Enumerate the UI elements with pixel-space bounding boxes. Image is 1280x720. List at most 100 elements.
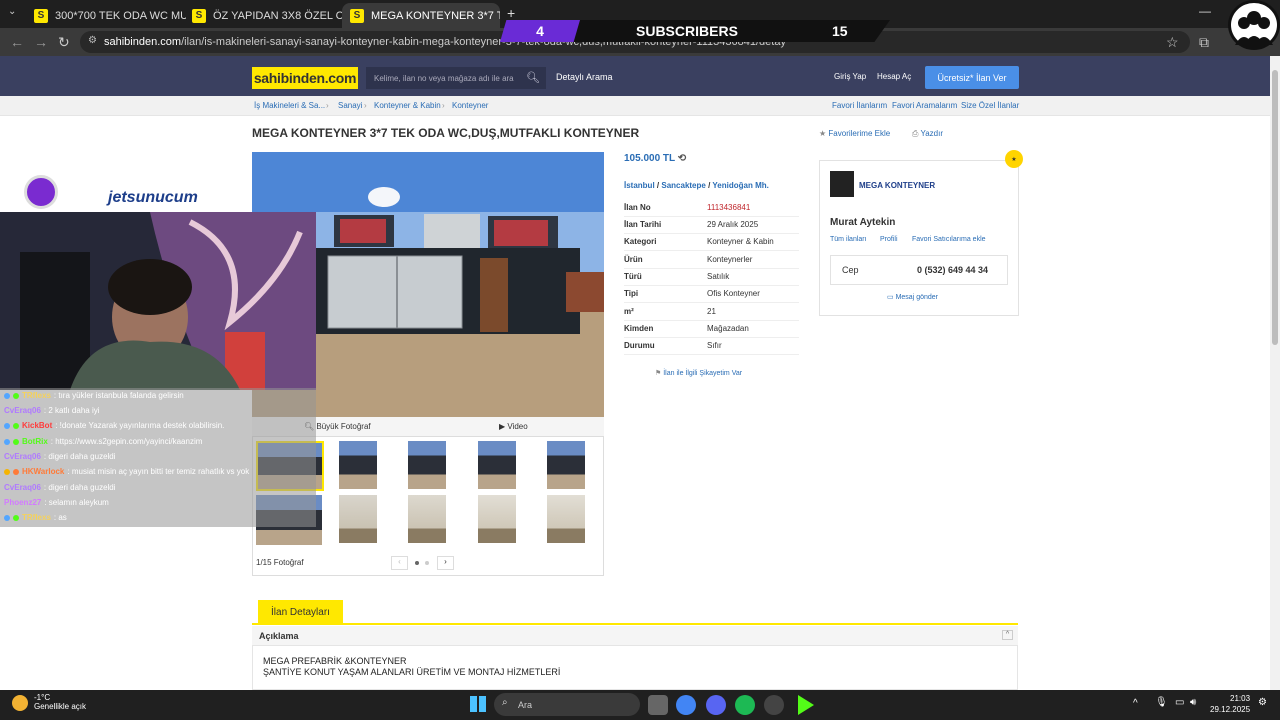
store-name[interactable]: MEGA KONTEYNER	[859, 181, 935, 190]
thumbnail[interactable]	[547, 495, 585, 543]
message-icon: ▭	[887, 294, 894, 301]
thumbnail[interactable]	[408, 441, 446, 489]
browser-tab[interactable]: S ÖZ YAPIDAN 3X8 ÖZEL CAMLI ... ✕	[184, 3, 344, 28]
page-dot[interactable]	[425, 561, 429, 565]
info-key: Türü	[624, 272, 642, 281]
kick-icon[interactable]	[798, 695, 814, 715]
location-city[interactable]: İstanbul	[624, 181, 655, 190]
chat-user: TRflexs	[22, 391, 51, 400]
thumbnail[interactable]	[547, 441, 585, 489]
info-value: Ofis Konteyner	[707, 289, 760, 298]
date: 29.12.2025	[1210, 705, 1251, 714]
thumbnail[interactable]	[339, 441, 377, 489]
thumbnail[interactable]	[339, 495, 377, 543]
send-message-button[interactable]: ▭ Mesaj gönder	[887, 293, 938, 301]
profile-link[interactable]: Profili	[880, 236, 898, 243]
clock[interactable]: 21:03 29.12.2025	[1210, 693, 1250, 715]
price-value: 105.000 TL	[624, 153, 675, 164]
search-icon[interactable]: 🔍︎	[526, 71, 540, 84]
phone-number[interactable]: 0 (532) 649 44 34	[917, 265, 988, 275]
phone-label: Cep	[842, 265, 859, 275]
taskbar-search[interactable]: ⌕ Ara	[494, 693, 640, 716]
next-arrow-icon[interactable]: ›	[437, 556, 454, 570]
obs-icon[interactable]	[764, 695, 784, 715]
forward-icon[interactable]: →	[34, 34, 48, 50]
signup-link[interactable]: Hesap Aç	[877, 72, 911, 81]
bookmark-star-icon[interactable]: ☆	[1166, 34, 1179, 51]
new-tab-button[interactable]: +	[507, 5, 515, 21]
tray-chevron-icon[interactable]: ^	[1133, 698, 1138, 709]
start-icon[interactable]	[470, 696, 486, 712]
special-listings-link[interactable]: Size Özel İlanlar	[961, 101, 1019, 110]
notification-icon[interactable]: ⚙	[1258, 697, 1267, 708]
chat-user: HKWarlock	[22, 467, 65, 476]
task-view-icon[interactable]	[648, 695, 668, 715]
breadcrumb: İş Makineleri & Sa... › Sanayi › Konteyn…	[0, 96, 1270, 116]
network-icon[interactable]: ▭	[1175, 697, 1184, 708]
temperature: -1°C	[34, 693, 51, 702]
breadcrumb-item[interactable]: İş Makineleri & Sa...	[254, 101, 325, 110]
breadcrumb-item[interactable]: Konteyner	[452, 101, 488, 110]
tab-list-icon[interactable]: ⌄	[8, 6, 16, 17]
login-link[interactable]: Giriş Yap	[834, 72, 866, 81]
star-icon: ★	[819, 129, 827, 138]
description-header: Açıklama ^	[252, 626, 1018, 646]
video-button[interactable]: ▶ Video	[499, 422, 528, 431]
thumbnail[interactable]	[478, 441, 516, 489]
search-input[interactable]: Kelime, ilan no veya mağaza adı ile ara …	[366, 67, 546, 89]
favorite-listings-link[interactable]: Favori İlanlarım	[832, 101, 887, 110]
favorite-seller-link[interactable]: Favori Satıcılarıma ekle	[912, 236, 986, 243]
all-listings-link[interactable]: Tüm ilanları	[830, 236, 867, 243]
reload-icon[interactable]: ↻	[58, 34, 70, 51]
back-icon[interactable]: ←	[10, 34, 24, 50]
info-row: Kategori Konteyner & Kabin	[624, 234, 799, 251]
favorite-searches-link[interactable]: Favori Aramalarım	[892, 101, 957, 110]
print-link[interactable]: ⎙ Yazdır	[912, 129, 943, 139]
price-history-icon[interactable]: ⟲	[678, 153, 686, 164]
page-scrollbar[interactable]	[1270, 56, 1280, 690]
page-dot[interactable]	[415, 561, 419, 565]
chat-user: Phoenz27	[4, 498, 42, 507]
scrollbar-thumb[interactable]	[1272, 70, 1278, 345]
thumbnail[interactable]	[408, 495, 446, 543]
breadcrumb-item[interactable]: Sanayi	[338, 101, 362, 110]
minimize-icon[interactable]: —	[1199, 4, 1211, 18]
extensions-icon[interactable]: ⧉	[1199, 34, 1209, 51]
post-ad-button[interactable]: Ücretsiz* İlan Ver	[925, 66, 1019, 89]
location-district[interactable]: Sancaktepe	[661, 181, 705, 190]
breadcrumb-item[interactable]: Konteyner & Kabin	[374, 101, 441, 110]
chat-user: BotRix	[22, 437, 48, 446]
thumbnail[interactable]	[478, 495, 516, 543]
info-row: Durumu Sıfır	[624, 338, 799, 355]
weather-widget[interactable]: -1°C Genellikle açık	[34, 693, 86, 711]
location: İstanbul / Sancaktepe / Yenidoğan Mh.	[624, 181, 769, 190]
printer-icon: ⎙	[912, 129, 919, 138]
info-value: Sıfır	[707, 341, 722, 350]
complaint-link[interactable]: ⚑ İlan ile İlgili Şikayetim Var	[655, 369, 742, 377]
info-row: Türü Satılık	[624, 269, 799, 286]
discord-icon[interactable]	[706, 695, 726, 715]
location-neighborhood[interactable]: Yenidoğan Mh.	[712, 181, 768, 190]
store-logo[interactable]	[830, 171, 854, 197]
chat-text: : as	[53, 513, 67, 522]
microphone-icon[interactable]: 🎙︎	[1155, 697, 1168, 708]
sahibinden-logo[interactable]: sahibinden.com	[252, 67, 358, 89]
add-favorite-link[interactable]: ★ Favorilerime Ekle	[819, 129, 890, 138]
volume-icon[interactable]: 🔊︎	[1190, 697, 1196, 708]
browser-tab-active[interactable]: S MEGA KONTEYNER 3*7 TEK OD... ✕	[342, 3, 500, 28]
spotify-icon[interactable]	[735, 695, 755, 715]
browser-tab[interactable]: S 300*700 TEK ODA WC MUTFAK ... ✕	[26, 3, 186, 28]
chat-text: : 2 katlı daha iyi	[43, 406, 100, 415]
prev-arrow-icon[interactable]: ‹	[391, 556, 408, 570]
chat-user: CvEraq06	[4, 483, 41, 492]
site-info-icon[interactable]: ⚙	[88, 35, 97, 46]
phone-box: Cep 0 (532) 649 44 34	[830, 255, 1008, 285]
info-row: Kimden Mağazadan	[624, 321, 799, 338]
advanced-search-link[interactable]: Detaylı Arama	[556, 72, 613, 82]
chrome-icon[interactable]	[676, 695, 696, 715]
chat-text: : digeri daha guzeldi	[43, 483, 116, 492]
weather-icon[interactable]	[12, 695, 28, 711]
tab-listing-details[interactable]: İlan Detayları	[258, 600, 343, 624]
sponsor-logo: jetsunucum	[108, 189, 198, 206]
collapse-icon[interactable]: ^	[1002, 630, 1013, 640]
